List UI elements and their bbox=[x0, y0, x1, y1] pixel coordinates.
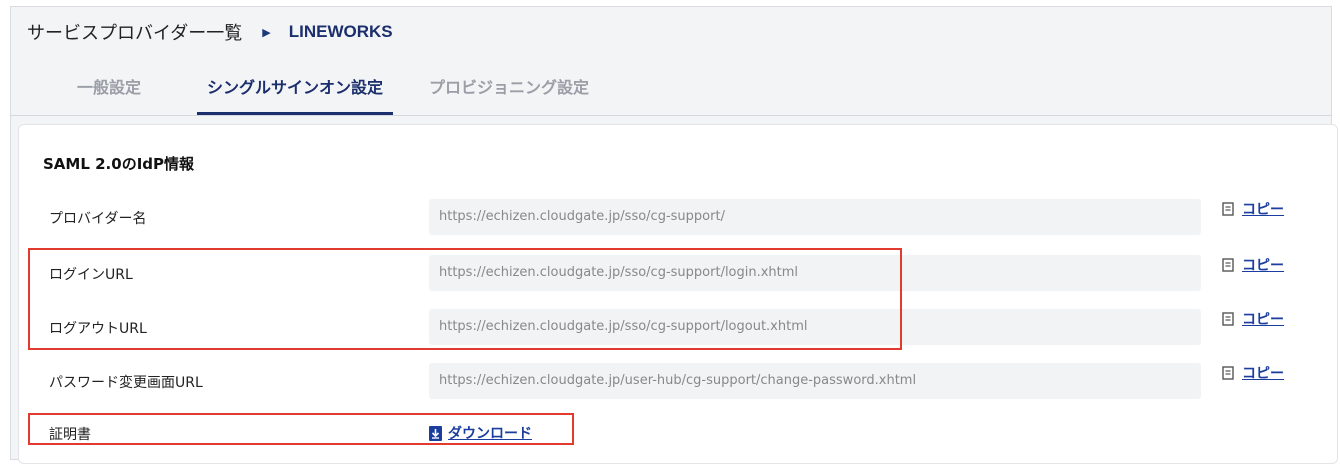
copy-label: コピー bbox=[1242, 202, 1284, 218]
idp-info-card: SAML 2.0のIdP情報 プロバイダー名 https://echizen.c… bbox=[18, 124, 1338, 464]
row-logout-url: ログアウトURL https://echizen.cloudgate.jp/ss… bbox=[19, 309, 1337, 345]
row-label: パスワード変更画面URL bbox=[49, 375, 203, 391]
copy-icon bbox=[1222, 258, 1234, 272]
logout-url-value[interactable]: https://echizen.cloudgate.jp/sso/cg-supp… bbox=[429, 309, 1201, 345]
breadcrumb-service-provider-list[interactable]: サービスプロバイダー一覧 bbox=[27, 19, 242, 45]
copy-label: コピー bbox=[1242, 312, 1284, 328]
copy-icon bbox=[1222, 202, 1234, 216]
copy-button[interactable]: コピー bbox=[1222, 199, 1284, 219]
copy-icon bbox=[1222, 366, 1234, 380]
breadcrumb: サービスプロバイダー一覧 ▶ LINEWORKS bbox=[27, 19, 393, 45]
section-title: SAML 2.0のIdP情報 bbox=[43, 155, 195, 173]
row-label: ログインURL bbox=[49, 267, 133, 283]
row-label: プロバイダー名 bbox=[49, 211, 147, 227]
row-provider-name: プロバイダー名 https://echizen.cloudgate.jp/sso… bbox=[19, 199, 1337, 235]
row-label: 証明書 bbox=[49, 427, 91, 443]
login-url-value[interactable]: https://echizen.cloudgate.jp/sso/cg-supp… bbox=[429, 255, 1201, 291]
row-label: ログアウトURL bbox=[49, 321, 147, 337]
copy-button[interactable]: コピー bbox=[1222, 309, 1284, 329]
download-label: ダウンロード bbox=[448, 426, 532, 442]
row-password-change-url: パスワード変更画面URL https://echizen.cloudgate.j… bbox=[19, 363, 1337, 399]
copy-label: コピー bbox=[1242, 366, 1284, 382]
tab-general-settings[interactable]: 一般設定 bbox=[77, 63, 141, 113]
tab-provisioning-settings[interactable]: プロビジョニング設定 bbox=[429, 63, 589, 113]
password-change-url-value[interactable]: https://echizen.cloudgate.jp/user-hub/cg… bbox=[429, 363, 1201, 399]
breadcrumb-current: LINEWORKS bbox=[288, 22, 393, 41]
row-certificate: 証明書 ダウンロード bbox=[19, 415, 1337, 451]
copy-button[interactable]: コピー bbox=[1222, 363, 1284, 383]
download-file-icon bbox=[429, 425, 442, 441]
copy-icon bbox=[1222, 312, 1234, 326]
chevron-right-icon: ▶ bbox=[262, 25, 271, 39]
tab-single-sign-on-settings[interactable]: シングルサインオン設定 bbox=[197, 63, 394, 115]
provider-name-value[interactable]: https://echizen.cloudgate.jp/sso/cg-supp… bbox=[429, 199, 1201, 235]
certificate-download-link[interactable]: ダウンロード bbox=[429, 423, 532, 443]
row-login-url: ログインURL https://echizen.cloudgate.jp/sso… bbox=[19, 255, 1337, 291]
copy-button[interactable]: コピー bbox=[1222, 255, 1284, 275]
copy-label: コピー bbox=[1242, 258, 1284, 274]
tab-bar: 一般設定 シングルサインオン設定 プロビジョニング設定 bbox=[11, 63, 1331, 116]
